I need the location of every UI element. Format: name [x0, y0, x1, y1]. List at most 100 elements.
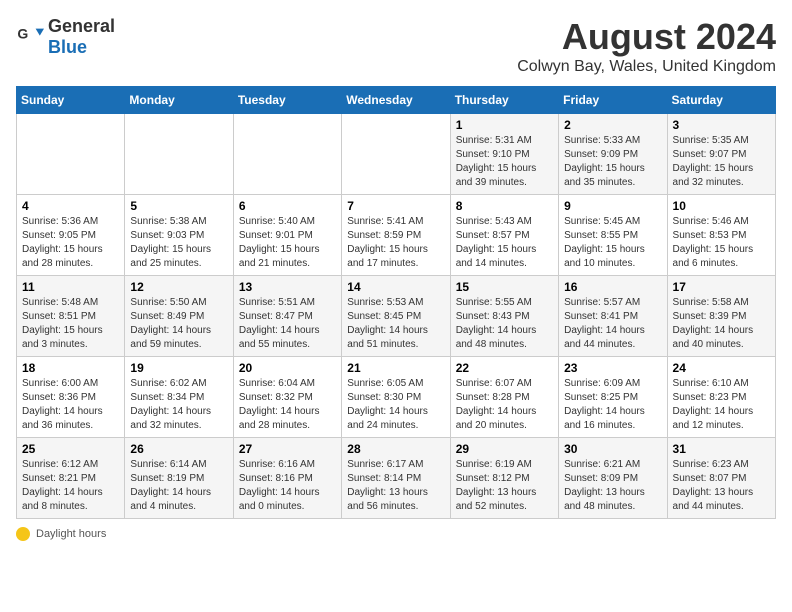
month-title: August 2024: [517, 16, 776, 58]
day-number: 23: [564, 361, 661, 375]
day-number: 29: [456, 442, 553, 456]
calendar-cell: 22 Sunrise: 6:07 AM Sunset: 8:28 PM Dayli…: [450, 357, 558, 438]
calendar-cell: [342, 114, 450, 195]
day-info: Sunrise: 5:40 AM Sunset: 9:01 PM Dayligh…: [239, 215, 336, 271]
logo-general-text: General: [48, 16, 115, 36]
day-number: 31: [673, 442, 770, 456]
day-info: Sunrise: 6:16 AM Sunset: 8:16 PM Dayligh…: [239, 458, 336, 514]
calendar-cell: 27 Sunrise: 6:16 AM Sunset: 8:16 PM Dayli…: [233, 438, 341, 519]
day-number: 21: [347, 361, 444, 375]
weekday-header-wednesday: Wednesday: [342, 87, 450, 114]
calendar-cell: 5Sunrise: 5:38 AM Sunset: 9:03 PM Daylig…: [125, 195, 233, 276]
day-info: Sunrise: 5:50 AM Sunset: 8:49 PM Dayligh…: [130, 296, 227, 352]
day-info: Sunrise: 5:45 AM Sunset: 8:55 PM Dayligh…: [564, 215, 661, 271]
day-info: Sunrise: 5:31 AM Sunset: 9:10 PM Dayligh…: [456, 134, 553, 190]
calendar-cell: 8 Sunrise: 5:43 AM Sunset: 8:57 PM Daylig…: [450, 195, 558, 276]
day-info: Sunrise: 5:46 AM Sunset: 8:53 PM Dayligh…: [673, 215, 770, 271]
calendar-week-2: 4Sunrise: 5:36 AM Sunset: 9:05 PM Daylig…: [17, 195, 776, 276]
day-info: Sunrise: 6:21 AM Sunset: 8:09 PM Dayligh…: [564, 458, 661, 514]
day-info: Sunrise: 6:07 AM Sunset: 8:28 PM Dayligh…: [456, 377, 553, 433]
day-number: 16: [564, 280, 661, 294]
calendar-cell: 19Sunrise: 6:02 AM Sunset: 8:34 PM Dayli…: [125, 357, 233, 438]
weekday-header-saturday: Saturday: [667, 87, 775, 114]
weekday-header-row: SundayMondayTuesdayWednesdayThursdayFrid…: [17, 87, 776, 114]
calendar-week-5: 25Sunrise: 6:12 AM Sunset: 8:21 PM Dayli…: [17, 438, 776, 519]
day-number: 22: [456, 361, 553, 375]
calendar-cell: 1 Sunrise: 5:31 AM Sunset: 9:10 PM Daylig…: [450, 114, 558, 195]
day-number: 12: [130, 280, 227, 294]
calendar-cell: 29 Sunrise: 6:19 AM Sunset: 8:12 PM Dayli…: [450, 438, 558, 519]
calendar-cell: 31 Sunrise: 6:23 AM Sunset: 8:07 PM Dayli…: [667, 438, 775, 519]
day-number: 17: [673, 280, 770, 294]
weekday-header-friday: Friday: [559, 87, 667, 114]
day-number: 5: [130, 199, 227, 213]
day-info: Sunrise: 6:17 AM Sunset: 8:14 PM Dayligh…: [347, 458, 444, 514]
calendar-cell: 23 Sunrise: 6:09 AM Sunset: 8:25 PM Dayli…: [559, 357, 667, 438]
calendar-cell: 11Sunrise: 5:48 AM Sunset: 8:51 PM Dayli…: [17, 276, 125, 357]
day-info: Sunrise: 6:09 AM Sunset: 8:25 PM Dayligh…: [564, 377, 661, 433]
day-info: Sunrise: 5:51 AM Sunset: 8:47 PM Dayligh…: [239, 296, 336, 352]
day-info: Sunrise: 6:14 AM Sunset: 8:19 PM Dayligh…: [130, 458, 227, 514]
day-number: 2: [564, 118, 661, 132]
day-number: 4: [22, 199, 119, 213]
location-title: Colwyn Bay, Wales, United Kingdom: [517, 58, 776, 76]
calendar-cell: 15Sunrise: 5:55 AM Sunset: 8:43 PM Dayli…: [450, 276, 558, 357]
day-number: 30: [564, 442, 661, 456]
calendar-cell: 10Sunrise: 5:46 AM Sunset: 8:53 PM Dayli…: [667, 195, 775, 276]
calendar-cell: 13Sunrise: 5:51 AM Sunset: 8:47 PM Dayli…: [233, 276, 341, 357]
day-info: Sunrise: 6:02 AM Sunset: 8:34 PM Dayligh…: [130, 377, 227, 433]
day-info: Sunrise: 6:10 AM Sunset: 8:23 PM Dayligh…: [673, 377, 770, 433]
weekday-header-thursday: Thursday: [450, 87, 558, 114]
day-number: 20: [239, 361, 336, 375]
legend-sun-icon: [16, 527, 30, 541]
day-info: Sunrise: 5:57 AM Sunset: 8:41 PM Dayligh…: [564, 296, 661, 352]
day-number: 9: [564, 199, 661, 213]
calendar-table: SundayMondayTuesdayWednesdayThursdayFrid…: [16, 86, 776, 519]
calendar-week-4: 18 Sunrise: 6:00 AM Sunset: 8:36 PM Dayli…: [17, 357, 776, 438]
logo-icon: G: [16, 23, 44, 51]
weekday-header-tuesday: Tuesday: [233, 87, 341, 114]
day-info: Sunrise: 6:12 AM Sunset: 8:21 PM Dayligh…: [22, 458, 119, 514]
day-number: 27: [239, 442, 336, 456]
day-info: Sunrise: 6:00 AM Sunset: 8:36 PM Dayligh…: [22, 377, 119, 433]
calendar-cell: 20Sunrise: 6:04 AM Sunset: 8:32 PM Dayli…: [233, 357, 341, 438]
day-info: Sunrise: 5:48 AM Sunset: 8:51 PM Dayligh…: [22, 296, 119, 352]
title-block: August 2024 Colwyn Bay, Wales, United Ki…: [517, 16, 776, 76]
day-info: Sunrise: 6:19 AM Sunset: 8:12 PM Dayligh…: [456, 458, 553, 514]
page-header: G General Blue August 2024 Colwyn Bay, W…: [16, 16, 776, 76]
logo-blue-text: Blue: [48, 37, 87, 57]
calendar-cell: 14Sunrise: 5:53 AM Sunset: 8:45 PM Dayli…: [342, 276, 450, 357]
calendar-cell: 4Sunrise: 5:36 AM Sunset: 9:05 PM Daylig…: [17, 195, 125, 276]
day-number: 26: [130, 442, 227, 456]
day-number: 8: [456, 199, 553, 213]
day-info: Sunrise: 6:05 AM Sunset: 8:30 PM Dayligh…: [347, 377, 444, 433]
day-number: 18: [22, 361, 119, 375]
calendar-cell: 24 Sunrise: 6:10 AM Sunset: 8:23 PM Dayli…: [667, 357, 775, 438]
day-info: Sunrise: 5:55 AM Sunset: 8:43 PM Dayligh…: [456, 296, 553, 352]
weekday-header-monday: Monday: [125, 87, 233, 114]
calendar-cell: [233, 114, 341, 195]
day-info: Sunrise: 5:33 AM Sunset: 9:09 PM Dayligh…: [564, 134, 661, 190]
calendar-week-3: 11Sunrise: 5:48 AM Sunset: 8:51 PM Dayli…: [17, 276, 776, 357]
day-number: 14: [347, 280, 444, 294]
calendar-cell: [17, 114, 125, 195]
day-number: 1: [456, 118, 553, 132]
calendar-cell: 25Sunrise: 6:12 AM Sunset: 8:21 PM Dayli…: [17, 438, 125, 519]
day-info: Sunrise: 6:23 AM Sunset: 8:07 PM Dayligh…: [673, 458, 770, 514]
calendar-cell: 17 Sunrise: 5:58 AM Sunset: 8:39 PM Dayli…: [667, 276, 775, 357]
calendar-cell: 7Sunrise: 5:41 AM Sunset: 8:59 PM Daylig…: [342, 195, 450, 276]
calendar-cell: 26 Sunrise: 6:14 AM Sunset: 8:19 PM Dayli…: [125, 438, 233, 519]
day-number: 28: [347, 442, 444, 456]
calendar-cell: 2 Sunrise: 5:33 AM Sunset: 9:09 PM Daylig…: [559, 114, 667, 195]
calendar-cell: 28 Sunrise: 6:17 AM Sunset: 8:14 PM Dayli…: [342, 438, 450, 519]
day-number: 6: [239, 199, 336, 213]
day-info: Sunrise: 5:43 AM Sunset: 8:57 PM Dayligh…: [456, 215, 553, 271]
day-number: 7: [347, 199, 444, 213]
weekday-header-sunday: Sunday: [17, 87, 125, 114]
logo: G General Blue: [16, 16, 115, 58]
day-info: Sunrise: 5:58 AM Sunset: 8:39 PM Dayligh…: [673, 296, 770, 352]
day-number: 24: [673, 361, 770, 375]
calendar-cell: 16 Sunrise: 5:57 AM Sunset: 8:41 PM Dayli…: [559, 276, 667, 357]
calendar-cell: 3Sunrise: 5:35 AM Sunset: 9:07 PM Daylig…: [667, 114, 775, 195]
footer-legend: Daylight hours: [16, 527, 776, 541]
